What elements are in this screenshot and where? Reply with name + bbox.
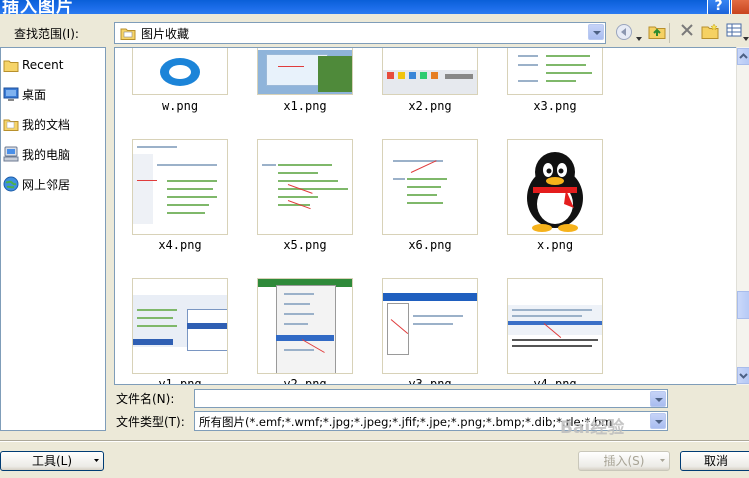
caret-down-icon (94, 459, 99, 462)
file-name: x.png (536, 238, 574, 252)
scroll-up-button[interactable] (737, 48, 749, 65)
file-name: x1.png (283, 99, 327, 113)
file-thumbnail-x2[interactable] (382, 48, 478, 95)
lookin-dropdown-button[interactable] (588, 24, 604, 40)
file-name: x3.png (533, 99, 577, 113)
help-button[interactable]: ? (707, 0, 730, 14)
tools-button-label: 工具(L) (31, 454, 73, 468)
places-item-label: 我的文档 (22, 117, 71, 132)
baidu-watermark: Bai经验 (560, 418, 625, 438)
file-thumbnail-y2[interactable] (257, 278, 353, 374)
up-folder-button[interactable] (647, 23, 667, 43)
filename-input[interactable] (194, 389, 668, 408)
places-item-my-computer[interactable]: 我的电脑 (3, 143, 70, 165)
lookin-label: 查找范围(I): (14, 27, 79, 41)
file-thumbnail-y1[interactable] (132, 278, 228, 374)
places-item-network[interactable]: 网上邻居 (3, 173, 70, 195)
places-item-recent[interactable]: Recent (3, 54, 63, 76)
file-thumbnail-y4[interactable] (507, 278, 603, 374)
places-item-label: 我的电脑 (22, 147, 71, 162)
lookin-value: 图片收藏 (141, 27, 190, 41)
file-thumbnail-x5[interactable] (257, 139, 353, 235)
file-name: x5.png (283, 238, 327, 252)
views-menu-button[interactable] (724, 23, 744, 43)
places-item-label: 网上邻居 (22, 177, 71, 192)
delete-x-icon (681, 24, 693, 36)
file-thumbnail-y3[interactable] (382, 278, 478, 374)
file-list-view[interactable]: w.png x1.png x2.png x3.png x4.png x5.png… (114, 47, 736, 385)
desktop-icon (3, 87, 19, 101)
insert-button[interactable]: 插入(S) (578, 451, 670, 471)
file-thumbnail-x[interactable] (507, 139, 603, 235)
file-thumbnail-x4[interactable] (132, 139, 228, 235)
toolbar-divider (669, 23, 670, 43)
new-folder-icon (701, 23, 719, 39)
file-name: y4.png (533, 377, 577, 385)
up-folder-icon (648, 26, 666, 39)
views-dropdown-arrow[interactable] (743, 30, 749, 44)
file-thumbnail-x6[interactable] (382, 139, 478, 235)
file-name: y3.png (408, 377, 452, 385)
blue-logo-image (160, 58, 200, 86)
file-view-scrollbar[interactable] (736, 47, 749, 385)
chevron-down-icon (739, 373, 748, 379)
file-thumbnail-x3[interactable] (507, 48, 603, 95)
lookin-combo[interactable]: 图片收藏 (114, 22, 606, 44)
title-bar: 插入图片 ? (0, 0, 749, 14)
close-button[interactable] (731, 0, 749, 14)
separator-line-highlight (0, 441, 749, 442)
back-icon (616, 24, 632, 40)
my-computer-icon (3, 146, 19, 162)
filetype-dropdown-button[interactable] (650, 413, 666, 429)
filetype-label: 文件类型(T): (116, 415, 185, 429)
chevron-up-icon (739, 53, 748, 59)
file-name: x6.png (408, 238, 452, 252)
file-name: y2.png (283, 377, 327, 385)
file-name: x2.png (408, 99, 452, 113)
back-button[interactable] (614, 23, 634, 43)
cancel-button[interactable]: 取消 (680, 451, 749, 471)
scroll-down-button[interactable] (737, 367, 749, 384)
back-dropdown-arrow[interactable] (636, 30, 642, 44)
delete-button[interactable] (677, 23, 697, 43)
filename-dropdown-button[interactable] (650, 391, 666, 407)
file-name: x4.png (158, 238, 202, 252)
places-item-desktop[interactable]: 桌面 (3, 83, 46, 105)
my-documents-folder-icon (3, 119, 19, 131)
filename-label: 文件名(N): (116, 392, 175, 406)
caret-down-icon (660, 459, 665, 462)
file-thumbnail-x1[interactable] (257, 48, 353, 95)
insert-button-label: 插入(S) (603, 454, 645, 468)
folder-icon (120, 28, 136, 40)
dialog-title: 插入图片 (2, 0, 74, 14)
qq-penguin-image (527, 152, 583, 232)
places-item-my-documents[interactable]: 我的文档 (3, 113, 70, 135)
places-item-label: Recent (22, 58, 64, 72)
file-name: y1.png (158, 377, 202, 385)
tools-button[interactable]: 工具(L) (0, 451, 104, 471)
filetype-value: 所有图片(*.emf;*.wmf;*.jpg;*.jpeg;*.jfif;*.j… (199, 415, 613, 429)
network-places-icon (3, 176, 19, 192)
views-icon (726, 23, 742, 37)
new-folder-button[interactable] (700, 23, 720, 43)
places-bar: Recent 桌面 我的文档 我的电脑 网上邻居 (0, 47, 106, 431)
scroll-thumb[interactable] (737, 291, 749, 319)
file-thumbnail-w[interactable] (132, 48, 228, 95)
places-item-label: 桌面 (22, 87, 47, 102)
file-name: w.png (161, 99, 199, 113)
recent-folder-icon (3, 60, 19, 72)
